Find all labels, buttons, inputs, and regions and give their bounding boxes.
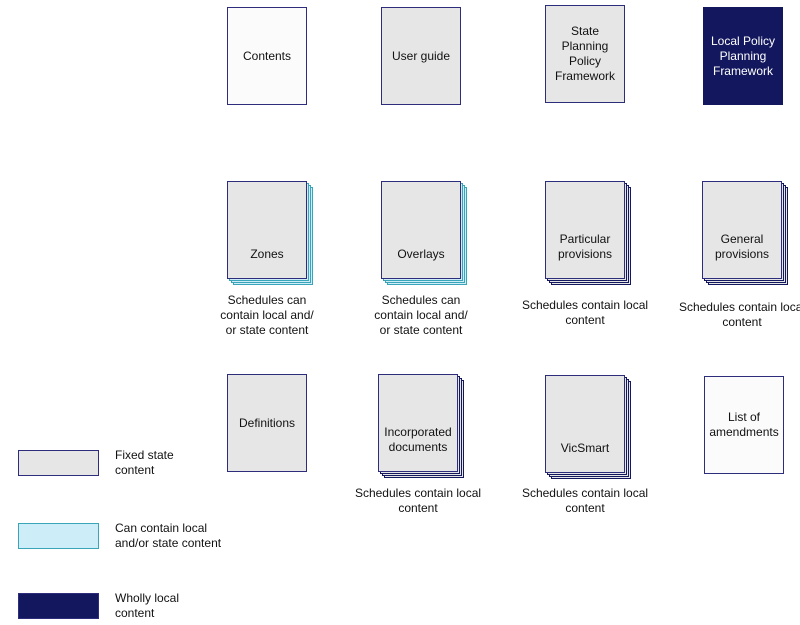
legend-label: Can contain local and/or state content bbox=[115, 521, 222, 550]
box-local-policy-planning-framework: Local Policy Planning Framework bbox=[703, 7, 783, 105]
box-caption: Schedules can contain local and/ or stat… bbox=[374, 293, 468, 337]
box-incorporated-documents: Incorporated documents bbox=[378, 374, 458, 472]
box-caption: Schedules contain local content bbox=[678, 300, 800, 329]
box-contents: Contents bbox=[227, 7, 307, 105]
box-label: Contents bbox=[242, 48, 292, 63]
box-user-guide: User guide bbox=[381, 7, 461, 105]
box-label: Local Policy Planning Framework bbox=[710, 33, 776, 78]
legend-label: Fixed state content bbox=[115, 448, 174, 477]
legend-label: Wholly local content bbox=[115, 591, 180, 620]
legend-swatch bbox=[18, 523, 99, 549]
box-label: User guide bbox=[391, 48, 451, 63]
box-label: Zones bbox=[250, 247, 284, 261]
box-label: Incorporated documents bbox=[384, 425, 452, 454]
box-label: VicSmart bbox=[560, 441, 610, 455]
box-caption: Schedules can contain local and/ or stat… bbox=[220, 293, 314, 337]
box-particular-provisions: Particular provisions bbox=[545, 181, 625, 279]
box-caption: Schedules contain local content bbox=[521, 486, 649, 515]
box-label: List of amendments bbox=[709, 410, 779, 439]
box-overlays: Overlays bbox=[381, 181, 461, 279]
box-label: Overlays bbox=[397, 247, 445, 261]
box-label: Particular provisions bbox=[557, 232, 613, 261]
box-general-provisions: General provisions bbox=[702, 181, 782, 279]
box-label: General provisions bbox=[714, 232, 770, 261]
box-list-of-amendments: List of amendments bbox=[704, 376, 784, 474]
box-state-planning-policy-framework: State Planning Policy Framework bbox=[545, 5, 625, 103]
box-label: State Planning Policy Framework bbox=[554, 24, 615, 83]
box-label: Definitions bbox=[238, 415, 296, 430]
legend-swatch bbox=[18, 593, 99, 619]
box-caption: Schedules contain local content bbox=[521, 298, 649, 327]
box-zones: Zones bbox=[227, 181, 307, 279]
legend-swatch bbox=[18, 450, 99, 476]
box-definitions: Definitions bbox=[227, 374, 307, 472]
box-caption: Schedules contain local content bbox=[354, 486, 482, 515]
box-vicsmart: VicSmart bbox=[545, 375, 625, 473]
